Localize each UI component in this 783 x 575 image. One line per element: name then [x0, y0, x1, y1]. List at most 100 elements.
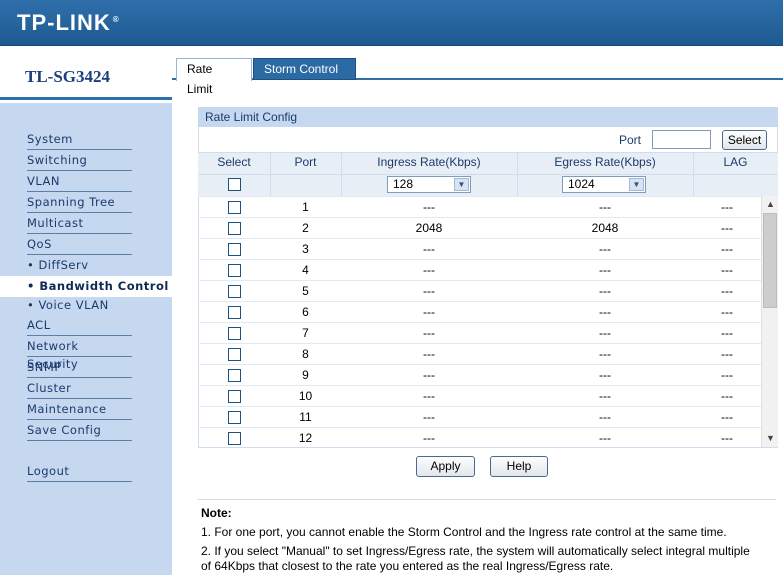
- table-row[interactable]: 10 --- --- ---: [198, 385, 761, 406]
- sidebar-item-voice-vlan[interactable]: • Voice VLAN: [27, 296, 109, 316]
- lag-cell: ---: [721, 263, 733, 277]
- row-select-checkbox[interactable]: [228, 243, 241, 256]
- sidebar-item-network-security[interactable]: Network Security: [27, 337, 132, 371]
- scroll-thumb[interactable]: [763, 213, 777, 308]
- port-cell: 8: [302, 347, 309, 361]
- tab-rate-limit[interactable]: Rate Limit: [176, 58, 252, 96]
- help-button[interactable]: Help: [490, 456, 548, 477]
- sidebar-item-logout[interactable]: Logout: [27, 462, 132, 482]
- note-title: Note:: [201, 506, 232, 520]
- row-select-checkbox[interactable]: [228, 432, 241, 445]
- sidebar-item-cluster[interactable]: Cluster: [27, 379, 132, 399]
- table-row[interactable]: 3 --- --- ---: [198, 238, 761, 259]
- row-select-checkbox[interactable]: [228, 390, 241, 403]
- table-row[interactable]: 12 --- --- ---: [198, 427, 761, 448]
- ingress-cell: ---: [423, 305, 435, 319]
- row-select-checkbox[interactable]: [228, 411, 241, 424]
- ingress-cell: ---: [423, 326, 435, 340]
- table-row[interactable]: 4 --- --- ---: [198, 259, 761, 280]
- sidebar-item-spanning-tree[interactable]: Spanning Tree: [27, 193, 132, 213]
- row-select-checkbox[interactable]: [228, 348, 241, 361]
- ingress-cell: ---: [423, 389, 435, 403]
- port-cell: 4: [302, 263, 309, 277]
- chevron-down-icon: ▼: [454, 178, 469, 191]
- column-divider: [517, 152, 518, 196]
- sidebar-item-vlan[interactable]: VLAN: [27, 172, 132, 192]
- column-header-ingress: Ingress Rate(Kbps): [377, 155, 481, 169]
- sidebar-item-switching[interactable]: Switching: [27, 151, 132, 171]
- row-select-checkbox[interactable]: [228, 306, 241, 319]
- bulk-edit-row: [198, 174, 778, 196]
- sidebar-item-multicast[interactable]: Multicast: [27, 214, 132, 234]
- sidebar-item-bandwidth-control[interactable]: • Bandwidth Control: [0, 276, 172, 297]
- egress-cell: ---: [599, 305, 611, 319]
- lag-cell: ---: [721, 410, 733, 424]
- port-cell: 3: [302, 242, 309, 256]
- table-row[interactable]: 11 --- --- ---: [198, 406, 761, 427]
- table-row[interactable]: 1 --- --- ---: [198, 196, 761, 217]
- row-select-checkbox[interactable]: [228, 201, 241, 214]
- scroll-up-icon[interactable]: ▲: [762, 196, 779, 213]
- lag-cell: ---: [721, 347, 733, 361]
- select-button[interactable]: Select: [722, 130, 767, 150]
- table-scrollbar[interactable]: ▲ ▼: [761, 196, 778, 447]
- port-cell: 6: [302, 305, 309, 319]
- sidebar-item-diffserv[interactable]: • DiffServ: [27, 256, 89, 276]
- port-input[interactable]: [652, 130, 711, 149]
- ingress-cell: ---: [423, 263, 435, 277]
- egress-cell: ---: [599, 242, 611, 256]
- lag-cell: ---: [721, 389, 733, 403]
- lag-cell: ---: [721, 431, 733, 445]
- select-all-checkbox[interactable]: [228, 178, 241, 191]
- lag-cell: ---: [721, 284, 733, 298]
- note-line-1: 1. For one port, you cannot enable the S…: [201, 525, 727, 539]
- ingress-cell: ---: [423, 431, 435, 445]
- ingress-cell: ---: [423, 410, 435, 424]
- sidebar-item-qos[interactable]: QoS: [27, 235, 132, 255]
- table-row[interactable]: 2 2048 2048 ---: [198, 217, 761, 238]
- note-line-2: 2. If you select "Manual" to set Ingress…: [201, 544, 750, 558]
- ingress-cell: ---: [423, 242, 435, 256]
- column-divider: [693, 152, 694, 196]
- egress-rate-select[interactable]: 1024 ▼: [562, 176, 646, 193]
- egress-cell: ---: [599, 389, 611, 403]
- column-header-port: Port: [294, 155, 317, 169]
- top-banner: TP-LINK ®: [0, 0, 783, 46]
- egress-cell: ---: [599, 284, 611, 298]
- model-box: TL-SG3424: [0, 47, 172, 100]
- egress-cell: ---: [599, 326, 611, 340]
- model-name: TL-SG3424: [25, 67, 111, 86]
- apply-button[interactable]: Apply: [416, 456, 475, 477]
- lag-cell: ---: [721, 305, 733, 319]
- ingress-cell: ---: [423, 200, 435, 214]
- table-row[interactable]: 6 --- --- ---: [198, 301, 761, 322]
- sidebar-item-acl[interactable]: ACL: [27, 316, 132, 336]
- egress-cell: ---: [599, 200, 611, 214]
- table-row[interactable]: 9 --- --- ---: [198, 364, 761, 385]
- table-row[interactable]: 8 --- --- ---: [198, 343, 761, 364]
- lag-cell: ---: [721, 326, 733, 340]
- row-select-checkbox[interactable]: [228, 264, 241, 277]
- tab-storm-control[interactable]: Storm Control: [253, 58, 356, 80]
- table-row[interactable]: 5 --- --- ---: [198, 280, 761, 301]
- port-label: Port: [619, 133, 642, 147]
- row-select-checkbox[interactable]: [228, 285, 241, 298]
- port-cell: 10: [298, 389, 313, 403]
- sidebar-item-snmp[interactable]: SNMP: [27, 358, 132, 378]
- port-cell: 1: [302, 200, 309, 214]
- sidebar-item-maintenance[interactable]: Maintenance: [27, 400, 132, 420]
- sidebar-item-save-config[interactable]: Save Config: [27, 421, 132, 441]
- egress-cell: 2048: [591, 221, 619, 235]
- row-select-checkbox[interactable]: [228, 327, 241, 340]
- row-select-checkbox[interactable]: [228, 369, 241, 382]
- sidebar-item-system[interactable]: System: [27, 130, 132, 150]
- egress-cell: ---: [599, 347, 611, 361]
- egress-cell: ---: [599, 410, 611, 424]
- scroll-down-icon[interactable]: ▼: [762, 430, 779, 447]
- ingress-rate-select[interactable]: 128 ▼: [387, 176, 471, 193]
- port-cell: 7: [302, 326, 309, 340]
- table-row[interactable]: 7 --- --- ---: [198, 322, 761, 343]
- row-select-checkbox[interactable]: [228, 222, 241, 235]
- ingress-cell: 2048: [415, 221, 443, 235]
- egress-cell: ---: [599, 431, 611, 445]
